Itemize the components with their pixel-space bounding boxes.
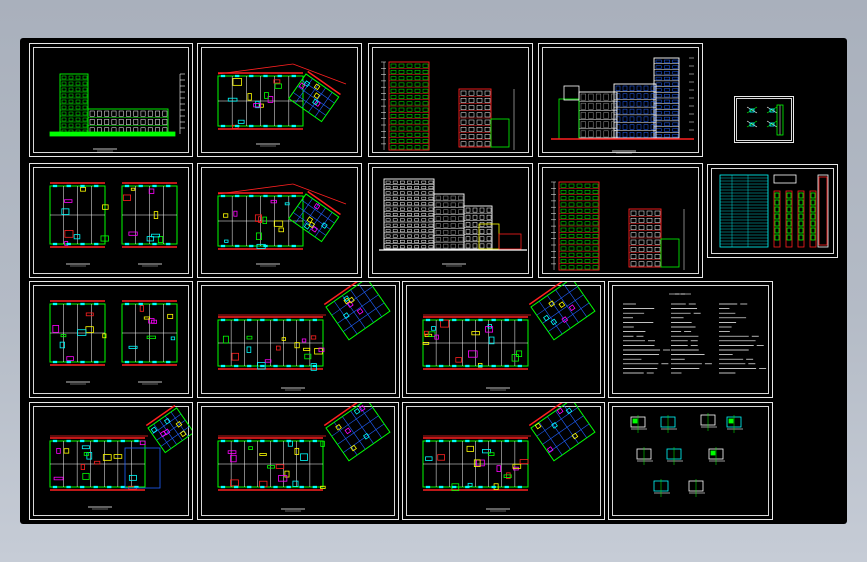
drawing-sheet-section-elevations[interactable] <box>538 163 703 278</box>
drawing-sheet-floor-plan-wing[interactable] <box>402 281 605 398</box>
drawing-sheet-floor-plan-angled[interactable] <box>197 163 362 278</box>
drawing-sheet-floor-plan-wing[interactable] <box>197 402 399 520</box>
drawing-sheet-construction-details[interactable] <box>608 402 773 520</box>
drawing-sheet-section-elevations[interactable] <box>368 43 533 157</box>
drawing-sheet-floor-plan-wing[interactable] <box>402 402 605 520</box>
drawing-sheet-side-elevation[interactable] <box>29 43 193 157</box>
drawing-sheet-unit-plans[interactable] <box>29 163 193 278</box>
drawing-sheet-floor-plan-angled[interactable] <box>197 43 362 157</box>
drawing-sheet-unit-plans[interactable] <box>29 281 193 398</box>
drawing-sheet-floor-plan-wing[interactable] <box>197 281 400 398</box>
drawing-sheet-front-elevation[interactable] <box>538 43 703 157</box>
drawing-sheet-detail-small[interactable] <box>734 96 794 143</box>
drawing-sheet-elevation-white[interactable] <box>368 163 533 278</box>
cad-drawing-area[interactable] <box>20 38 847 524</box>
drawing-sheet-design-notes[interactable] <box>608 281 773 398</box>
drawing-sheet-door-window-schedule[interactable] <box>707 164 838 258</box>
drawing-sheet-floor-plan-wing[interactable] <box>29 402 193 520</box>
